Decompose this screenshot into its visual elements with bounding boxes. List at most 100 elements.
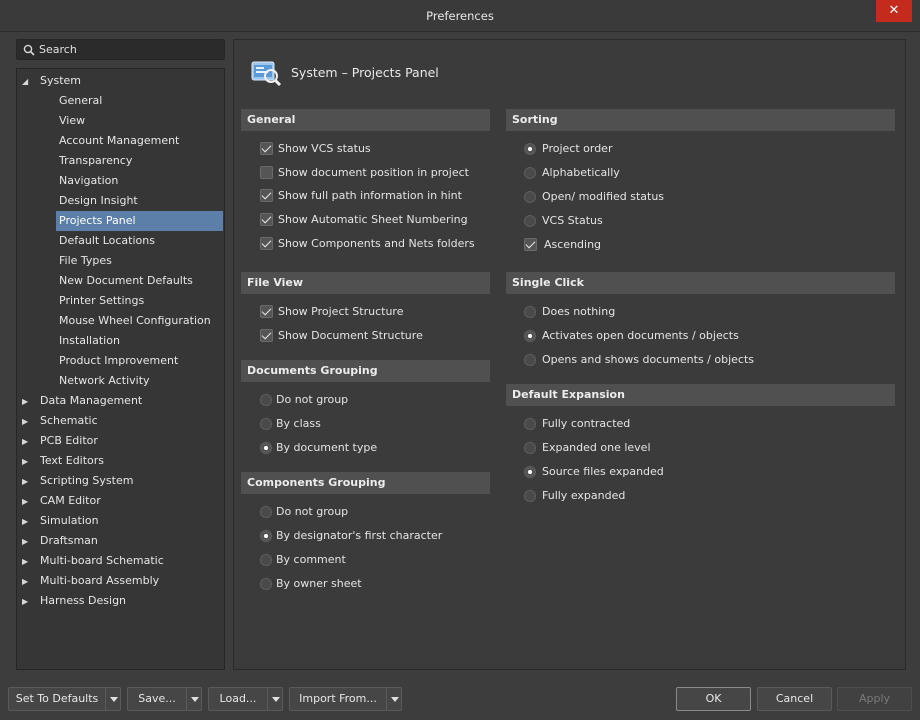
checkbox-box[interactable] xyxy=(524,238,537,251)
tree-item-multi-board-schematic[interactable]: ▶ Multi-board Schematic xyxy=(22,551,222,571)
save-button[interactable]: Save... xyxy=(128,688,186,710)
tree-item-scripting-system[interactable]: ▶ Scripting System xyxy=(22,471,222,491)
tree-item-cam-editor[interactable]: ▶ CAM Editor xyxy=(22,491,222,511)
radio-circle[interactable] xyxy=(524,466,536,478)
collapsed-arrow-icon[interactable]: ▶ xyxy=(22,472,40,492)
radio-circle[interactable] xyxy=(524,191,536,203)
radio-circle[interactable] xyxy=(524,167,536,179)
tree-item-draftsman[interactable]: ▶ Draftsman xyxy=(22,531,222,551)
collapsed-arrow-icon[interactable]: ▶ xyxy=(22,432,40,452)
radio-circle[interactable] xyxy=(524,306,536,318)
tree-item-harness-design[interactable]: ▶ Harness Design xyxy=(22,591,222,611)
load-dropdown-icon[interactable] xyxy=(267,688,283,710)
load-split-button[interactable]: Load... xyxy=(208,687,283,711)
apply-button[interactable]: Apply xyxy=(837,687,912,711)
tree-item-design-insight[interactable]: Design Insight xyxy=(56,191,223,211)
option-label: Show Project Structure xyxy=(278,305,404,318)
checkbox-box[interactable] xyxy=(260,305,273,318)
close-button[interactable]: ✕ xyxy=(876,0,912,22)
set-to-defaults-button[interactable]: Set To Defaults xyxy=(9,688,105,710)
checkbox-box[interactable] xyxy=(260,213,273,226)
option-label: Open/ modified status xyxy=(542,190,665,203)
tree-item-multi-board-assembly[interactable]: ▶ Multi-board Assembly xyxy=(22,571,222,591)
radio-circle[interactable] xyxy=(524,330,536,342)
tree-item-account-management[interactable]: Account Management xyxy=(56,131,223,151)
radio-circle[interactable] xyxy=(524,418,536,430)
tree-item-printer-settings[interactable]: Printer Settings xyxy=(56,291,223,311)
tree-item-file-types[interactable]: File Types xyxy=(56,251,223,271)
checkbox-box[interactable] xyxy=(260,166,273,179)
radio-circle[interactable] xyxy=(260,418,272,430)
tree-item-simulation[interactable]: ▶ Simulation xyxy=(22,511,222,531)
set-to-defaults-split-button[interactable]: Set To Defaults xyxy=(8,687,121,711)
import-from-dropdown-icon[interactable] xyxy=(386,688,402,710)
tree-item-label: Harness Design xyxy=(40,594,127,607)
tree-item-projects-panel[interactable]: Projects Panel xyxy=(56,211,223,231)
radio-circle[interactable] xyxy=(524,215,536,227)
checkbox-box[interactable] xyxy=(260,142,273,155)
search-box[interactable] xyxy=(16,39,225,60)
tree-item-view[interactable]: View xyxy=(56,111,223,131)
option-label: By comment xyxy=(276,553,346,566)
radio-circle[interactable] xyxy=(260,530,272,542)
checkbox-box[interactable] xyxy=(260,189,273,202)
radio-circle[interactable] xyxy=(524,143,536,155)
checkbox-box[interactable] xyxy=(260,237,273,250)
checkbox-box[interactable] xyxy=(260,329,273,342)
radio-circle[interactable] xyxy=(260,442,272,454)
tree-item-navigation[interactable]: Navigation xyxy=(56,171,223,191)
radio-circle[interactable] xyxy=(260,394,272,406)
collapsed-arrow-icon[interactable]: ▶ xyxy=(22,532,40,552)
collapsed-arrow-icon[interactable]: ▶ xyxy=(22,412,40,432)
tree-item-general[interactable]: General xyxy=(56,91,223,111)
load-button[interactable]: Load... xyxy=(209,688,267,710)
cancel-button[interactable]: Cancel xyxy=(757,687,832,711)
expanded-arrow-icon[interactable]: ◢ xyxy=(22,72,40,92)
collapsed-arrow-icon[interactable]: ▶ xyxy=(22,492,40,512)
set-to-defaults-dropdown-icon[interactable] xyxy=(105,688,121,710)
collapsed-arrow-icon[interactable]: ▶ xyxy=(22,452,40,472)
radio-circle[interactable] xyxy=(260,554,272,566)
option-label: Show VCS status xyxy=(278,142,371,155)
tree-item-data-management[interactable]: ▶ Data Management xyxy=(22,391,222,411)
tree-item-new-document-defaults[interactable]: New Document Defaults xyxy=(56,271,223,291)
tree-item-system[interactable]: ◢ System xyxy=(22,71,222,91)
option-label: Show Document Structure xyxy=(278,329,423,342)
save-split-button[interactable]: Save... xyxy=(127,687,202,711)
page-title: System – Projects Panel xyxy=(291,65,439,80)
radio-circle[interactable] xyxy=(524,354,536,366)
collapsed-arrow-icon[interactable]: ▶ xyxy=(22,592,40,612)
ok-button[interactable]: OK xyxy=(676,687,751,711)
collapsed-arrow-icon[interactable]: ▶ xyxy=(22,392,40,412)
tree-item-mouse-wheel-configuration[interactable]: Mouse Wheel Configuration xyxy=(56,311,223,331)
tree-item-installation[interactable]: Installation xyxy=(56,331,223,351)
option-label: Show Automatic Sheet Numbering xyxy=(278,213,468,226)
tree-item-pcb-editor[interactable]: ▶ PCB Editor xyxy=(22,431,222,451)
radio-circle[interactable] xyxy=(524,442,536,454)
collapsed-arrow-icon[interactable]: ▶ xyxy=(22,512,40,532)
save-dropdown-icon[interactable] xyxy=(186,688,202,710)
projects-panel-icon xyxy=(251,61,282,87)
option-label: Show full path information in hint xyxy=(278,189,462,202)
section-title: Default Expansion xyxy=(506,384,895,406)
option-label: VCS Status xyxy=(542,214,603,227)
tree-item-schematic[interactable]: ▶ Schematic xyxy=(22,411,222,431)
tree-item-label: Draftsman xyxy=(40,534,98,547)
tree-item-transparency[interactable]: Transparency xyxy=(56,151,223,171)
option-label: Do not group xyxy=(276,393,349,406)
tree-item-default-locations[interactable]: Default Locations xyxy=(56,231,223,251)
section-title: Components Grouping xyxy=(241,472,490,494)
option-label: Do not group xyxy=(276,505,349,518)
tree-item-network-activity[interactable]: Network Activity xyxy=(56,371,223,391)
radio-circle[interactable] xyxy=(260,506,272,518)
import-from-split-button[interactable]: Import From... xyxy=(289,687,402,711)
import-from-button[interactable]: Import From... xyxy=(290,688,386,710)
tree-item-text-editors[interactable]: ▶ Text Editors xyxy=(22,451,222,471)
collapsed-arrow-icon[interactable]: ▶ xyxy=(22,552,40,572)
collapsed-arrow-icon[interactable]: ▶ xyxy=(22,572,40,592)
search-input[interactable] xyxy=(39,42,219,57)
option-label: Does nothing xyxy=(542,305,616,318)
radio-circle[interactable] xyxy=(260,578,272,590)
radio-circle[interactable] xyxy=(524,490,536,502)
tree-item-product-improvement[interactable]: Product Improvement xyxy=(56,351,223,371)
